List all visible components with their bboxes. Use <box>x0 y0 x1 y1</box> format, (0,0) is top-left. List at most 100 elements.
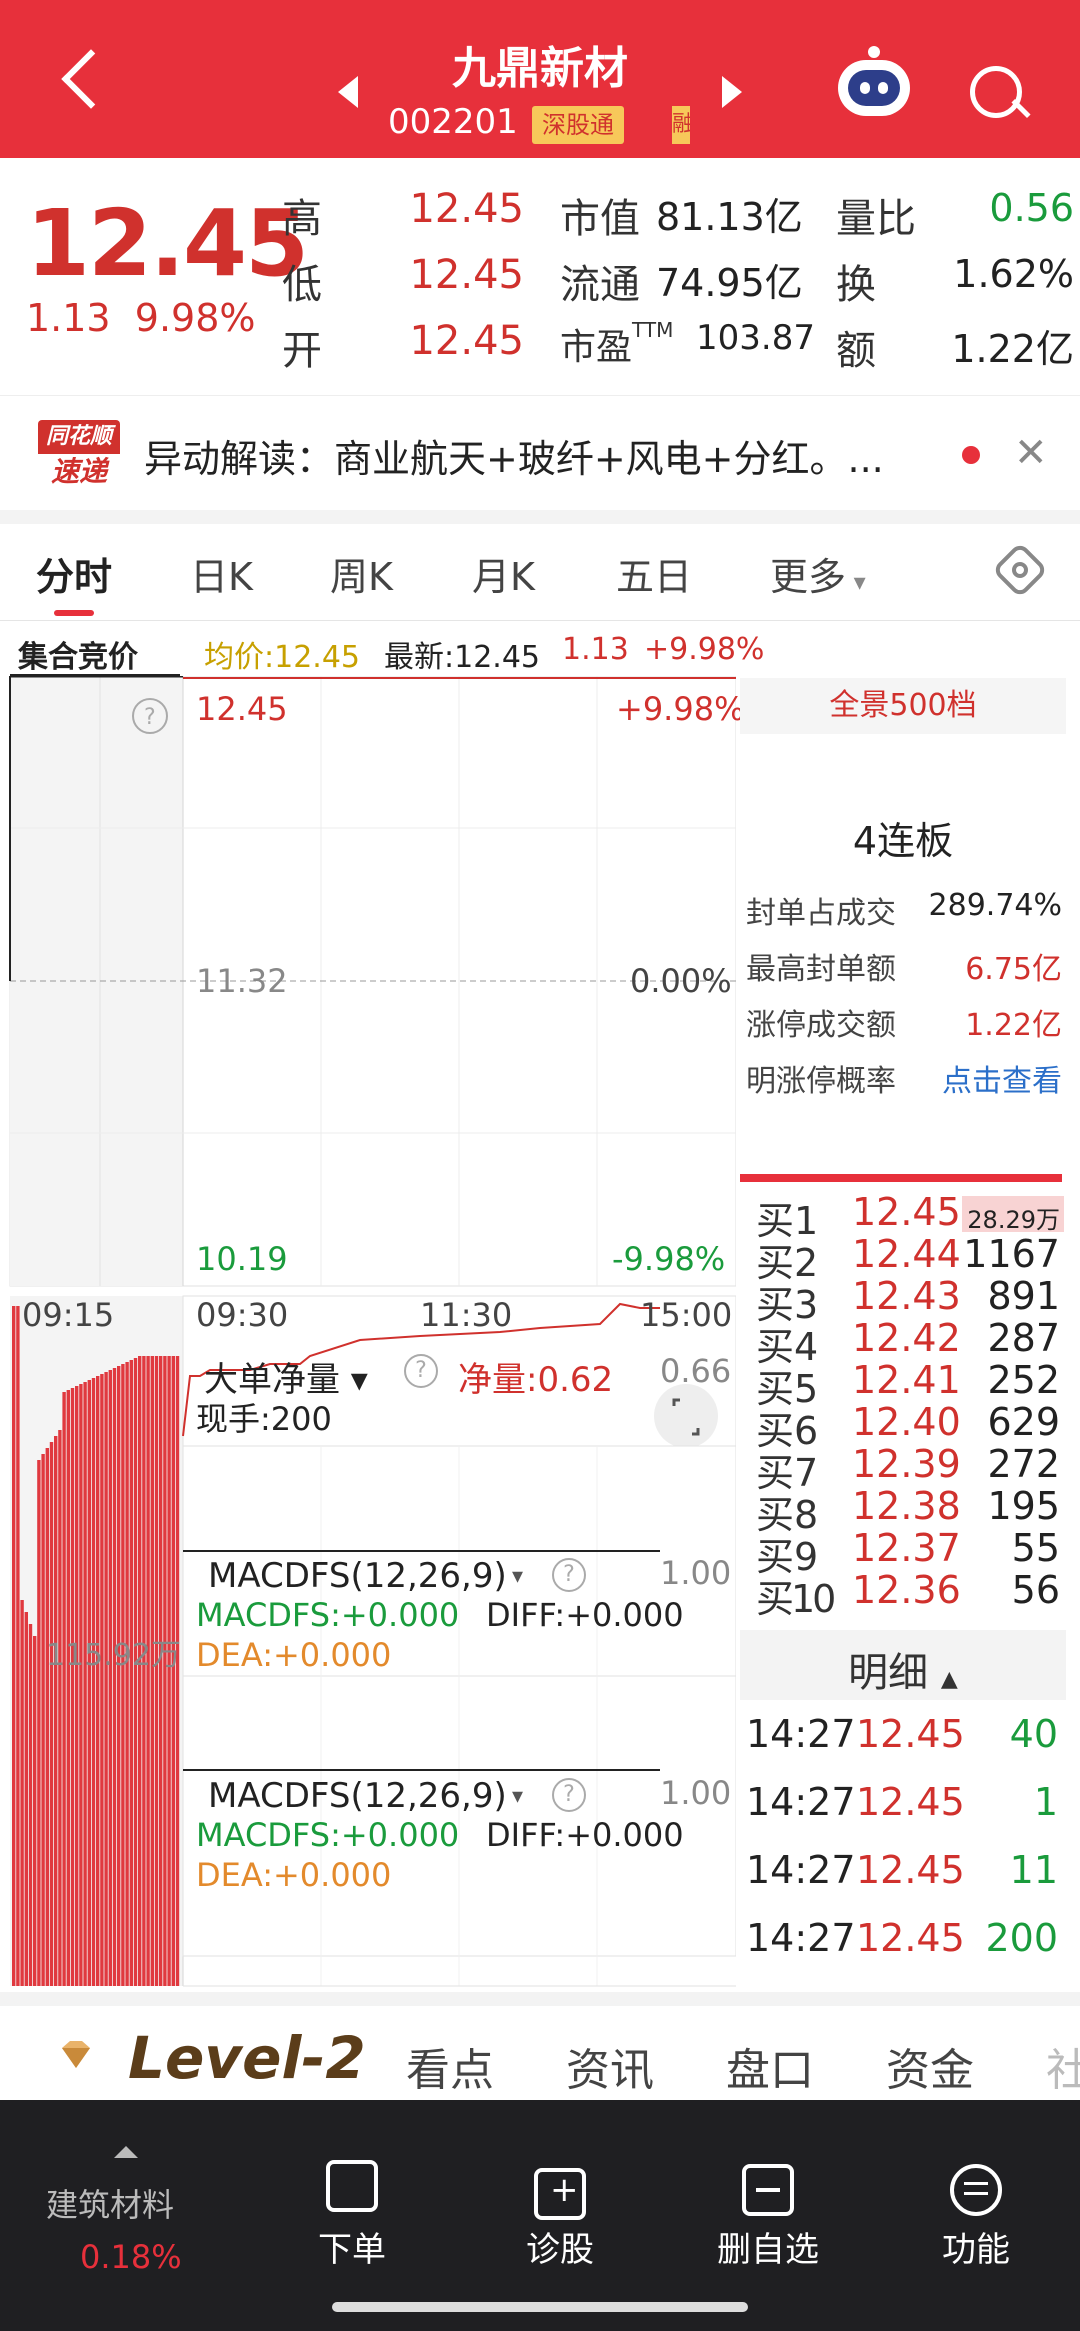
bid-price: 12.36 <box>852 1568 961 1612</box>
auction-volume-bar <box>54 1436 58 1986</box>
tab-orderbook[interactable]: 盘口 <box>726 2034 814 2098</box>
auction-volume-bar <box>108 1370 112 1986</box>
level2-tab[interactable]: Level-2 <box>128 2024 366 2092</box>
search-icon[interactable] <box>970 66 1022 118</box>
consecutive-limit-label: 4连板 <box>852 819 954 863</box>
auction-volume-bar <box>75 1386 79 1986</box>
avg-price: 均价:12.45 <box>204 640 360 675</box>
metric-label: 量比 <box>836 196 916 242</box>
next-stock-icon[interactable] <box>722 76 742 108</box>
bid-row[interactable]: 买4 12.42 287 <box>756 1316 1066 1369</box>
settings-icon-center <box>1012 562 1028 578</box>
latest-price: 最新:12.45 <box>384 640 540 675</box>
bid-row[interactable]: 买3 12.43 891 <box>756 1274 1066 1327</box>
metric-value: 1.22亿 <box>951 327 1074 371</box>
nav-order[interactable]: 下单 <box>272 2222 432 2271</box>
news-headline[interactable]: 异动解读：商业航天+玻纤+风电+分红。... <box>144 428 884 483</box>
price-high-label: 12.45 <box>196 690 288 728</box>
panorama-500-button[interactable]: 全景500档 <box>740 678 1066 734</box>
bid-row[interactable]: 买6 12.40 629 <box>756 1400 1066 1453</box>
tab-2[interactable]: 周K <box>330 546 393 601</box>
svg-text:?: ? <box>144 705 156 730</box>
time-tick: 11:30 <box>420 1296 513 1334</box>
time-tick: 09:30 <box>196 1296 289 1334</box>
time-tick: 15:00 <box>640 1296 733 1334</box>
nav-diagnose[interactable]: 诊股 <box>480 2222 640 2271</box>
tick-row: 14:27 12.45 200 <box>746 1916 1062 1966</box>
seal-stat-value: 1.22亿 <box>965 1008 1062 1043</box>
seal-stat-value[interactable]: 点击查看 <box>912 1056 1062 1100</box>
tab-community[interactable]: 社 <box>1046 2034 1080 2098</box>
stock-name: 九鼎新材 <box>452 43 628 94</box>
macd-title[interactable]: MACDFS(12,26,9) <box>208 1776 507 1816</box>
tick-time: 14:27 <box>746 1780 856 1824</box>
tab-news[interactable]: 资讯 <box>566 2034 654 2098</box>
nav-remove-watchlist[interactable]: 删自选 <box>688 2222 848 2271</box>
metric-label: 市盈TTM <box>560 318 674 368</box>
auction-volume-bar <box>20 1600 24 1986</box>
metric-value: 103.87 <box>696 318 815 358</box>
change-percent: 9.98% <box>134 296 256 340</box>
bid-row[interactable]: 买9 12.37 55 <box>756 1526 1066 1579</box>
nav-function[interactable]: 功能 <box>896 2222 1056 2271</box>
auction-volume-bar <box>91 1378 96 1986</box>
prev-stock-icon[interactable] <box>338 76 358 108</box>
help-icon[interactable]: ? <box>552 1558 586 1592</box>
bid-row[interactable]: 买5 12.41 252 <box>756 1358 1066 1411</box>
bid-volume: 629 <box>987 1400 1060 1444</box>
expand-up-icon[interactable] <box>114 2146 138 2158</box>
change-amount: 1.13 <box>26 296 111 340</box>
bid-row[interactable]: 买2 12.44 1167 <box>756 1232 1066 1285</box>
auction-volume-bar <box>12 1306 16 1986</box>
home-indicator <box>332 2302 748 2312</box>
bid-price: 12.42 <box>852 1316 961 1360</box>
tab-4[interactable]: 五日 <box>616 546 692 601</box>
help-icon[interactable]: ? <box>404 1354 438 1388</box>
tab-5[interactable]: 更多 ▾ <box>770 546 866 601</box>
bid-row[interactable]: 买8 12.38 195 <box>756 1484 1066 1537</box>
metric-label: 换 <box>836 262 876 308</box>
bid-row[interactable]: 买10 12.36 56 <box>756 1568 1066 1621</box>
pct-low-label: -9.98% <box>612 1240 726 1278</box>
macd-title[interactable]: MACDFS(12,26,9) <box>208 1556 507 1596</box>
tab-0[interactable]: 分时 <box>36 546 112 601</box>
chevron-down-icon[interactable]: ▾ <box>512 1784 523 1809</box>
menu-line <box>964 2182 988 2185</box>
metric-value: 81.13亿 <box>656 195 803 239</box>
tab-capital[interactable]: 资金 <box>886 2034 974 2098</box>
tab-3[interactable]: 月K <box>472 546 535 601</box>
dea-value: DEA:+0.000 <box>196 1636 392 1674</box>
auction-volume-bar <box>41 1454 45 1986</box>
info-pct: +9.98% <box>644 632 765 667</box>
help-icon[interactable]: ? <box>552 1778 586 1812</box>
close-icon[interactable]: ✕ <box>1014 430 1048 476</box>
diamond-icon <box>62 2041 90 2068</box>
bid-price: 12.40 <box>852 1400 961 1444</box>
price-change: 1.13 9.98% <box>26 296 256 340</box>
quote-value: 12.45 <box>409 186 524 232</box>
bid-volume: 252 <box>987 1358 1060 1402</box>
chevron-down-icon[interactable]: ▾ <box>512 1564 523 1589</box>
bid-row[interactable]: 买1 12.45 28.29万 <box>756 1190 1066 1243</box>
tab-1[interactable]: 日K <box>190 546 253 601</box>
tab-highlights[interactable]: 看点 <box>406 2034 494 2098</box>
bid-price: 12.43 <box>852 1274 961 1318</box>
big-order-net: 净量:0.62 <box>458 1360 614 1400</box>
divider <box>0 620 1080 621</box>
auction-volume-bar <box>104 1372 108 1986</box>
auction-volume-bar <box>83 1382 87 1986</box>
quote-label: 高 <box>282 196 322 242</box>
bid-row[interactable]: 买7 12.39 272 <box>756 1442 1066 1495</box>
tick-time: 14:27 <box>746 1712 856 1756</box>
quote-label: 低 <box>282 262 322 308</box>
detail-title[interactable]: 明细 ▲ <box>740 1640 1066 1698</box>
metric-value: 74.95亿 <box>656 261 803 305</box>
metric-value: 0.56 <box>989 186 1074 230</box>
auction-volume-bar <box>62 1392 66 1986</box>
order-icon[interactable] <box>326 2160 378 2212</box>
macdfs-value: MACDFS:+0.000 <box>196 1596 460 1634</box>
seal-stat-value: 6.75亿 <box>965 952 1062 987</box>
sector-name[interactable]: 建筑材料 <box>46 2180 174 2226</box>
assistant-robot-icon[interactable] <box>838 46 910 116</box>
menu-icon[interactable] <box>950 2164 1002 2216</box>
